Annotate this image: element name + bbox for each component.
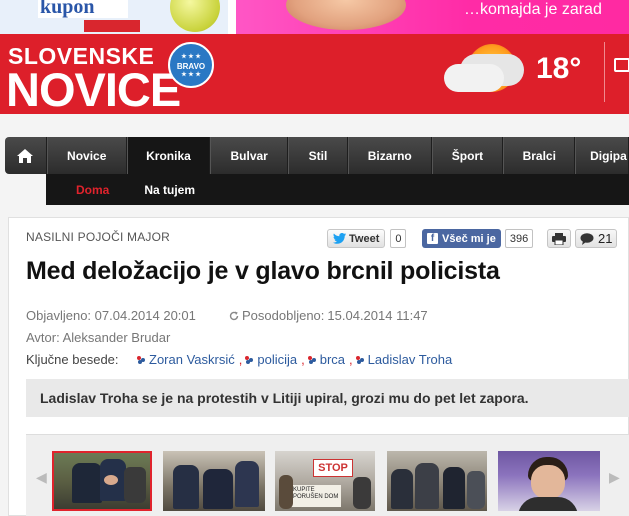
article-kicker: NASILNI POJOČI MAJOR — [26, 230, 171, 244]
twitter-icon — [333, 233, 346, 244]
tweet-button[interactable]: Tweet — [327, 229, 386, 248]
gallery-next-icon[interactable]: ▶ — [609, 469, 620, 486]
photo-gallery: ◀ ▶ STOP KUPITE PORUŠEN DOM — [26, 434, 629, 516]
gallery-thumb[interactable]: STOP KUPITE PORUŠEN DOM — [275, 451, 375, 511]
gallery-thumb[interactable] — [163, 451, 265, 511]
summary-text: Ladislav Troha se je na protestih v Liti… — [40, 390, 529, 406]
facebook-icon: f — [427, 233, 438, 244]
comments-group: 21 — [575, 229, 618, 248]
nav-item-bralci[interactable]: Bralci — [503, 137, 576, 174]
print-group — [547, 229, 571, 248]
gallery-prev-icon[interactable]: ◀ — [36, 469, 47, 486]
bravo-badge: ★ ★ ★ BRAVO ★ ★ ★ — [168, 42, 214, 88]
keywords-label: Ključne besede: — [26, 352, 119, 367]
promo-ad-text: …komajda je zarad — [464, 1, 602, 18]
badge-text: BRAVO — [176, 62, 206, 71]
top-ads: kupon …komajda je zarad — [0, 0, 629, 34]
sub-nav: Doma Na tujem — [46, 174, 629, 205]
facebook-like-button[interactable]: f Všeč mi je — [422, 229, 501, 248]
main-nav: Novice Kronika Bulvar Stil Bizarno Šport… — [5, 137, 629, 174]
promo-ad[interactable]: …komajda je zarad — [236, 0, 629, 34]
article-title: Med deložacijo je v glavo brcnil policis… — [26, 257, 500, 285]
mail-icon[interactable] — [614, 58, 629, 72]
tennis-ball-image — [170, 0, 220, 32]
keyword-tag-icon — [245, 355, 254, 364]
kupon-ad[interactable]: kupon — [0, 0, 228, 34]
gallery-thumb[interactable] — [387, 451, 487, 511]
weather-temperature[interactable]: 18° — [536, 52, 581, 86]
facebook-group: f Všeč mi je 396 — [422, 229, 534, 248]
home-icon — [17, 148, 34, 163]
keyword-link[interactable]: brca, — [307, 352, 353, 367]
home-button[interactable] — [5, 137, 47, 174]
facebook-like-count: 396 — [504, 229, 534, 248]
keyword-link[interactable]: Ladislav Troha — [355, 352, 453, 367]
subnav-item-doma[interactable]: Doma — [46, 183, 129, 197]
keyword-link[interactable]: policija, — [245, 352, 305, 367]
refresh-icon — [229, 311, 239, 320]
cloud-icon — [444, 64, 504, 92]
print-button[interactable] — [547, 229, 571, 248]
tweet-label: Tweet — [349, 232, 380, 245]
keyword-text: Ladislav Troha — [367, 352, 453, 367]
nav-item-digipa[interactable]: Digipa — [575, 137, 629, 174]
protest-sign: KUPITE PORUŠEN DOM — [291, 485, 341, 507]
ad-face-image — [286, 0, 406, 30]
facebook-like-label: Všeč mi je — [442, 232, 496, 245]
nav-item-stil[interactable]: Stil — [288, 137, 348, 174]
nav-item-kronika[interactable]: Kronika — [126, 137, 211, 174]
published-label: Objavljeno: — [26, 308, 92, 323]
author-label: Avtor: — [26, 330, 60, 345]
stop-sign: STOP — [313, 459, 353, 477]
comment-bubble-icon — [580, 232, 594, 245]
article-summary: Ladislav Troha se je na protestih v Liti… — [26, 379, 629, 417]
kupon-logo: kupon — [38, 0, 128, 18]
site-header: SLOVENSKE NOVICE ★ ★ ★ BRAVO ★ ★ ★ 18° — [0, 34, 629, 114]
gallery-thumb[interactable] — [52, 451, 152, 511]
subnav-item-na-tujem[interactable]: Na tujem — [129, 183, 210, 197]
header-divider — [604, 42, 605, 102]
published-meta: Objavljeno: 07.04.2014 20:01 — [26, 308, 196, 323]
keyword-link[interactable]: Zoran Vaskrsić, — [137, 352, 242, 367]
article-card: NASILNI POJOČI MAJOR Tweet 0 f Všeč mi j… — [8, 217, 629, 516]
page: kupon …komajda je zarad SLOVENSKE NOVICE… — [0, 0, 629, 516]
keyword-text: policija — [257, 352, 298, 367]
comments-count: 21 — [598, 231, 613, 246]
updated-meta: Posodobljeno: 15.04.2014 11:47 — [229, 308, 428, 323]
updated-date: 15.04.2014 11:47 — [327, 308, 428, 323]
nav-item-sport[interactable]: Šport — [431, 137, 504, 174]
keyword-tag-icon — [307, 355, 316, 364]
gallery-thumb[interactable] — [498, 451, 600, 511]
keywords-list: Zoran Vaskrsić, policija, brca, Ladislav… — [137, 352, 452, 367]
nav-item-bizarno[interactable]: Bizarno — [347, 137, 432, 174]
comments-button[interactable]: 21 — [575, 229, 618, 248]
tweet-count: 0 — [390, 229, 407, 248]
updated-label: Posodobljeno: — [242, 308, 325, 323]
keyword-text: Zoran Vaskrsić — [149, 352, 235, 367]
nav-item-novice[interactable]: Novice — [46, 137, 127, 174]
keyword-tag-icon — [355, 355, 364, 364]
published-date: 07.04.2014 20:01 — [94, 308, 196, 323]
print-icon — [552, 232, 566, 245]
keyword-text: brca — [319, 352, 346, 367]
nav-item-bulvar[interactable]: Bulvar — [210, 137, 289, 174]
ad-red-bar — [84, 20, 140, 32]
author-name[interactable]: Aleksander Brudar — [63, 330, 171, 345]
keyword-tag-icon — [137, 355, 145, 364]
author-meta: Avtor: Aleksander Brudar — [26, 330, 170, 345]
logo-novice[interactable]: NOVICE — [6, 62, 181, 114]
tweet-group: Tweet 0 — [327, 229, 407, 248]
